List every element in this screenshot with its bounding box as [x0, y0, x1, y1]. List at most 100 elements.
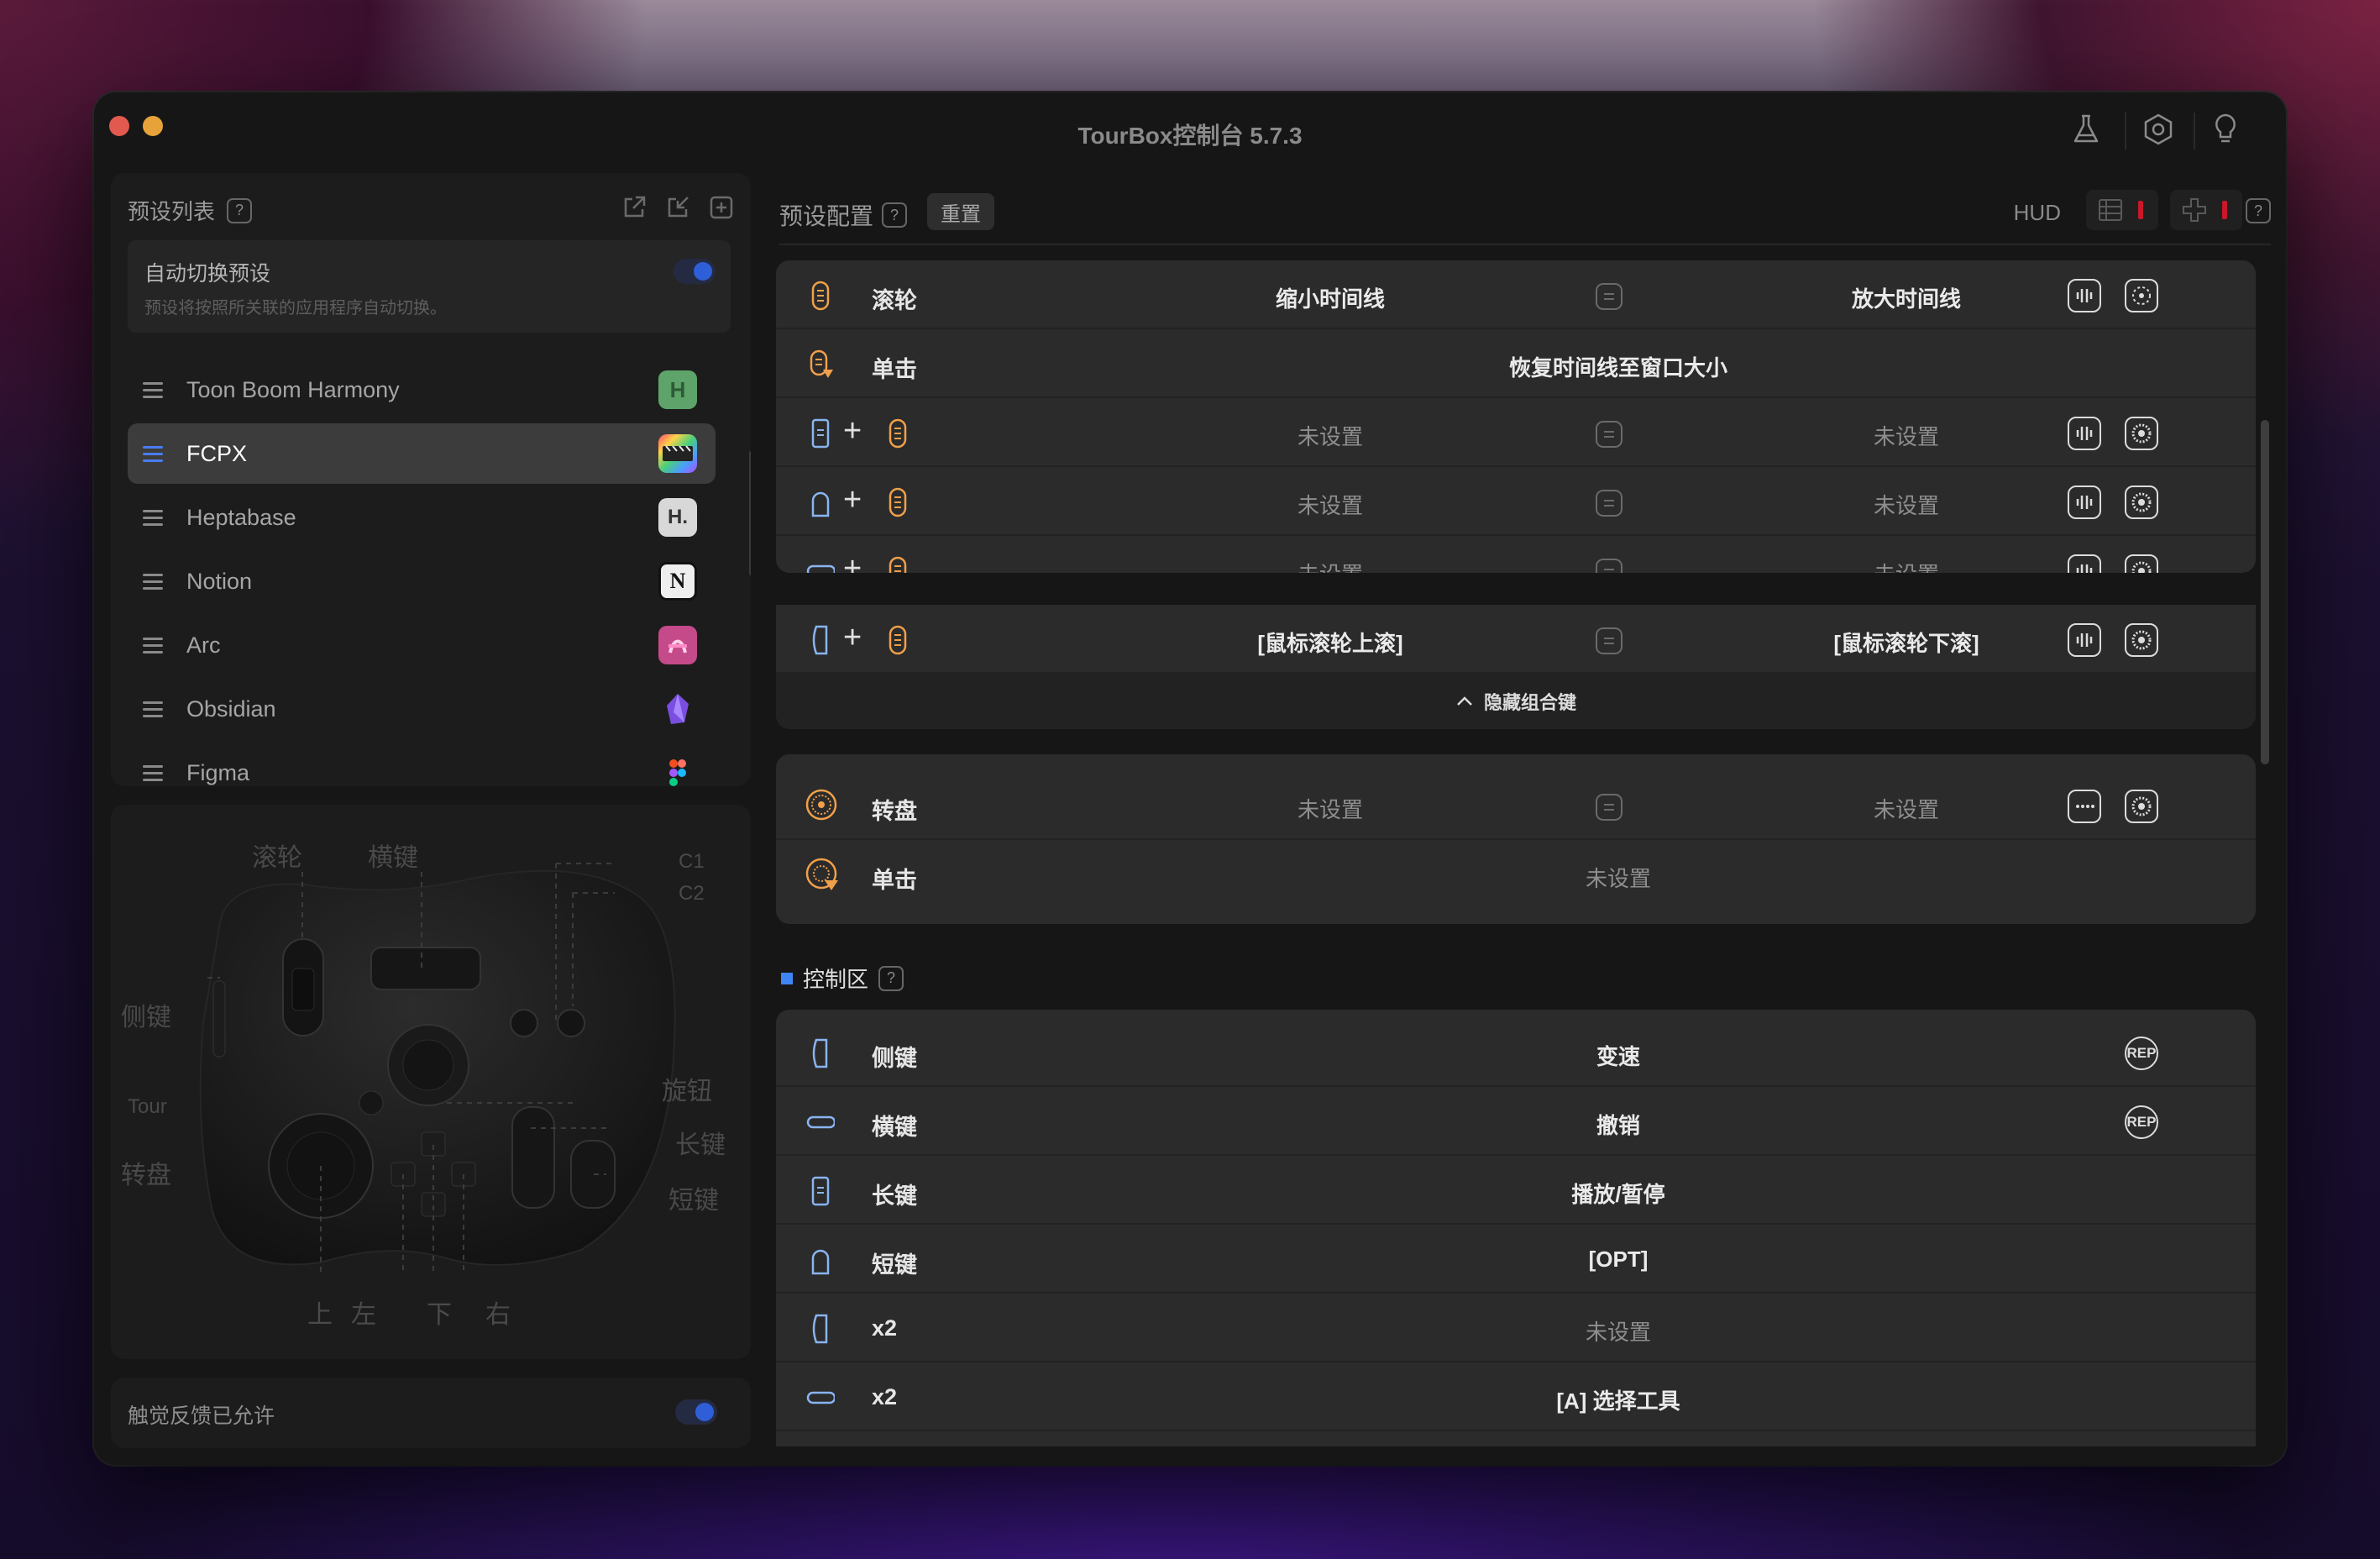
- repeat-icon[interactable]: REP: [2125, 1105, 2158, 1139]
- action-right[interactable]: 放大时间线: [1688, 282, 2125, 313]
- speed-icon[interactable]: [2125, 623, 2158, 657]
- app-window: TourBox控制台 5.7.3 预设列表 ? 自动切换预设 预设将按照所关联的…: [94, 92, 2286, 1465]
- preset-item[interactable]: Arc: [128, 615, 716, 675]
- swap-icon[interactable]: [1596, 627, 1622, 654]
- preset-help-icon[interactable]: ?: [227, 197, 253, 223]
- action-center[interactable]: [OPT]: [1112, 1247, 2125, 1273]
- wave-icon[interactable]: [2068, 623, 2101, 657]
- drag-handle-icon[interactable]: [143, 445, 163, 462]
- control-help-icon[interactable]: ?: [878, 965, 904, 991]
- config-row-h-key[interactable]: 横键 撤销 REP: [776, 1087, 2256, 1156]
- config-row-dial-click[interactable]: 单击 未设置: [776, 840, 2256, 909]
- label-hkey: 横键: [368, 844, 418, 872]
- wave-icon[interactable]: [2068, 279, 2101, 312]
- config-help-icon[interactable]: ?: [882, 202, 908, 228]
- tourbox-device-illustration: [199, 863, 676, 1275]
- config-row-tall-key[interactable]: 长键 播放/暂停: [776, 1156, 2256, 1225]
- config-row-dial[interactable]: 转盘 未设置 未设置: [776, 771, 2256, 840]
- preset-item[interactable]: Heptabase H.: [128, 487, 716, 548]
- config-row-combo[interactable]: + 未设置 未设置: [776, 536, 2256, 573]
- label-up: 上: [307, 1301, 333, 1329]
- drag-handle-icon[interactable]: [143, 701, 163, 717]
- speed-icon[interactable]: [2125, 417, 2158, 450]
- hud-dpad-button[interactable]: [2170, 190, 2242, 230]
- action-center[interactable]: 未设置: [1112, 1315, 2125, 1346]
- export-icon[interactable]: [620, 193, 648, 222]
- action-right[interactable]: 未设置: [1688, 420, 2125, 451]
- action-center[interactable]: 未设置: [1112, 862, 2125, 893]
- label-tour: Tour: [128, 1095, 167, 1118]
- add-preset-icon[interactable]: [707, 193, 736, 222]
- preset-item[interactable]: Obsidian: [128, 679, 716, 739]
- auto-switch-toggle[interactable]: [674, 259, 716, 284]
- speed-icon[interactable]: [2125, 486, 2158, 519]
- config-row-short-key[interactable]: 短键 [OPT]: [776, 1225, 2256, 1294]
- haptic-label: 触觉反馈已允许: [128, 1404, 275, 1428]
- config-row-side-key-x2[interactable]: x2 未设置: [776, 1294, 2256, 1362]
- speed-icon[interactable]: [2125, 790, 2158, 823]
- label-left: 左: [351, 1301, 376, 1329]
- preset-list-scrollbar[interactable]: [749, 450, 751, 576]
- reset-button[interactable]: 重置: [927, 193, 994, 230]
- action-right[interactable]: 未设置: [1688, 558, 2125, 573]
- flask-icon[interactable]: [2069, 113, 2103, 146]
- action-left[interactable]: 未设置: [1112, 558, 1549, 573]
- haptic-toggle[interactable]: [675, 1399, 717, 1425]
- action-left[interactable]: 缩小时间线: [1112, 282, 1549, 313]
- action-center[interactable]: [A] 选择工具: [1112, 1384, 2125, 1415]
- drag-handle-icon[interactable]: [143, 637, 163, 654]
- action-left[interactable]: 未设置: [1112, 489, 1549, 520]
- swap-icon[interactable]: [1596, 421, 1622, 448]
- action-center[interactable]: 播放/暂停: [1112, 1178, 2125, 1209]
- hide-combo-bar[interactable]: 隐藏组合键: [776, 674, 2256, 729]
- speed-icon[interactable]: [2125, 279, 2158, 312]
- h-key-icon: [806, 1391, 835, 1404]
- label-tall-key: 长键: [675, 1131, 726, 1159]
- config-row-combo[interactable]: + [鼠标滚轮上滚] [鼠标滚轮下滚]: [776, 605, 2256, 674]
- speed-icon[interactable]: [2125, 554, 2158, 573]
- action-right[interactable]: 未设置: [1688, 793, 2125, 824]
- config-row-side-key[interactable]: 侧键 变速 REP: [776, 1018, 2256, 1087]
- action-left[interactable]: 未设置: [1112, 793, 1549, 824]
- swap-icon[interactable]: [1596, 794, 1622, 821]
- wave-icon[interactable]: [2068, 554, 2101, 573]
- auto-switch-box: 自动切换预设 预设将按照所关联的应用程序自动切换。: [128, 240, 731, 333]
- action-center[interactable]: 恢复时间线至窗口大小: [1112, 351, 2125, 382]
- drag-handle-icon[interactable]: [143, 381, 163, 398]
- config-row-wheel-click[interactable]: 单击 恢复时间线至窗口大小: [776, 329, 2256, 398]
- wheel-orange-icon: [889, 418, 907, 449]
- repeat-icon[interactable]: REP: [2125, 1037, 2158, 1070]
- preset-item[interactable]: Toon Boom Harmony H: [128, 360, 716, 420]
- swap-icon[interactable]: [1596, 559, 1622, 573]
- swap-icon[interactable]: [1596, 283, 1622, 310]
- action-right[interactable]: 未设置: [1688, 489, 2125, 520]
- wave-icon[interactable]: [2068, 486, 2101, 519]
- window-title: TourBox控制台 5.7.3: [1077, 123, 1303, 149]
- drag-handle-icon[interactable]: [143, 573, 163, 590]
- action-center[interactable]: 变速: [1112, 1040, 2125, 1071]
- control-section-title: 控制区: [803, 967, 869, 992]
- settings-icon[interactable]: [2141, 113, 2175, 146]
- preset-item[interactable]: Figma: [128, 743, 716, 786]
- lightbulb-icon[interactable]: [2209, 113, 2242, 146]
- import-icon[interactable]: [663, 193, 692, 222]
- action-left[interactable]: 未设置: [1112, 420, 1549, 451]
- config-row-h-key-x2[interactable]: x2 [A] 选择工具: [776, 1362, 2256, 1431]
- action-left[interactable]: [鼠标滚轮上滚]: [1112, 627, 1549, 658]
- wave-icon[interactable]: [2068, 417, 2101, 450]
- action-center[interactable]: 撤销: [1112, 1109, 2125, 1140]
- config-row-combo[interactable]: + 未设置 未设置: [776, 467, 2256, 536]
- hud-list-button[interactable]: [2086, 190, 2158, 230]
- config-row-wheel[interactable]: 滚轮 缩小时间线 放大时间线: [776, 260, 2256, 329]
- preset-item[interactable]: Notion N: [128, 551, 716, 612]
- preset-item-selected[interactable]: FCPX: [128, 423, 716, 484]
- drag-handle-icon[interactable]: [143, 509, 163, 526]
- hud-help-icon[interactable]: ?: [2246, 198, 2271, 223]
- dots-icon[interactable]: [2068, 790, 2101, 823]
- action-right[interactable]: [鼠标滚轮下滚]: [1688, 627, 2125, 658]
- drag-handle-icon[interactable]: [143, 764, 163, 781]
- config-row-combo[interactable]: + 未设置 未设置: [776, 398, 2256, 467]
- wheel-click-icon: [810, 349, 833, 378]
- config-scrollbar[interactable]: [2261, 420, 2269, 764]
- swap-icon[interactable]: [1596, 490, 1622, 517]
